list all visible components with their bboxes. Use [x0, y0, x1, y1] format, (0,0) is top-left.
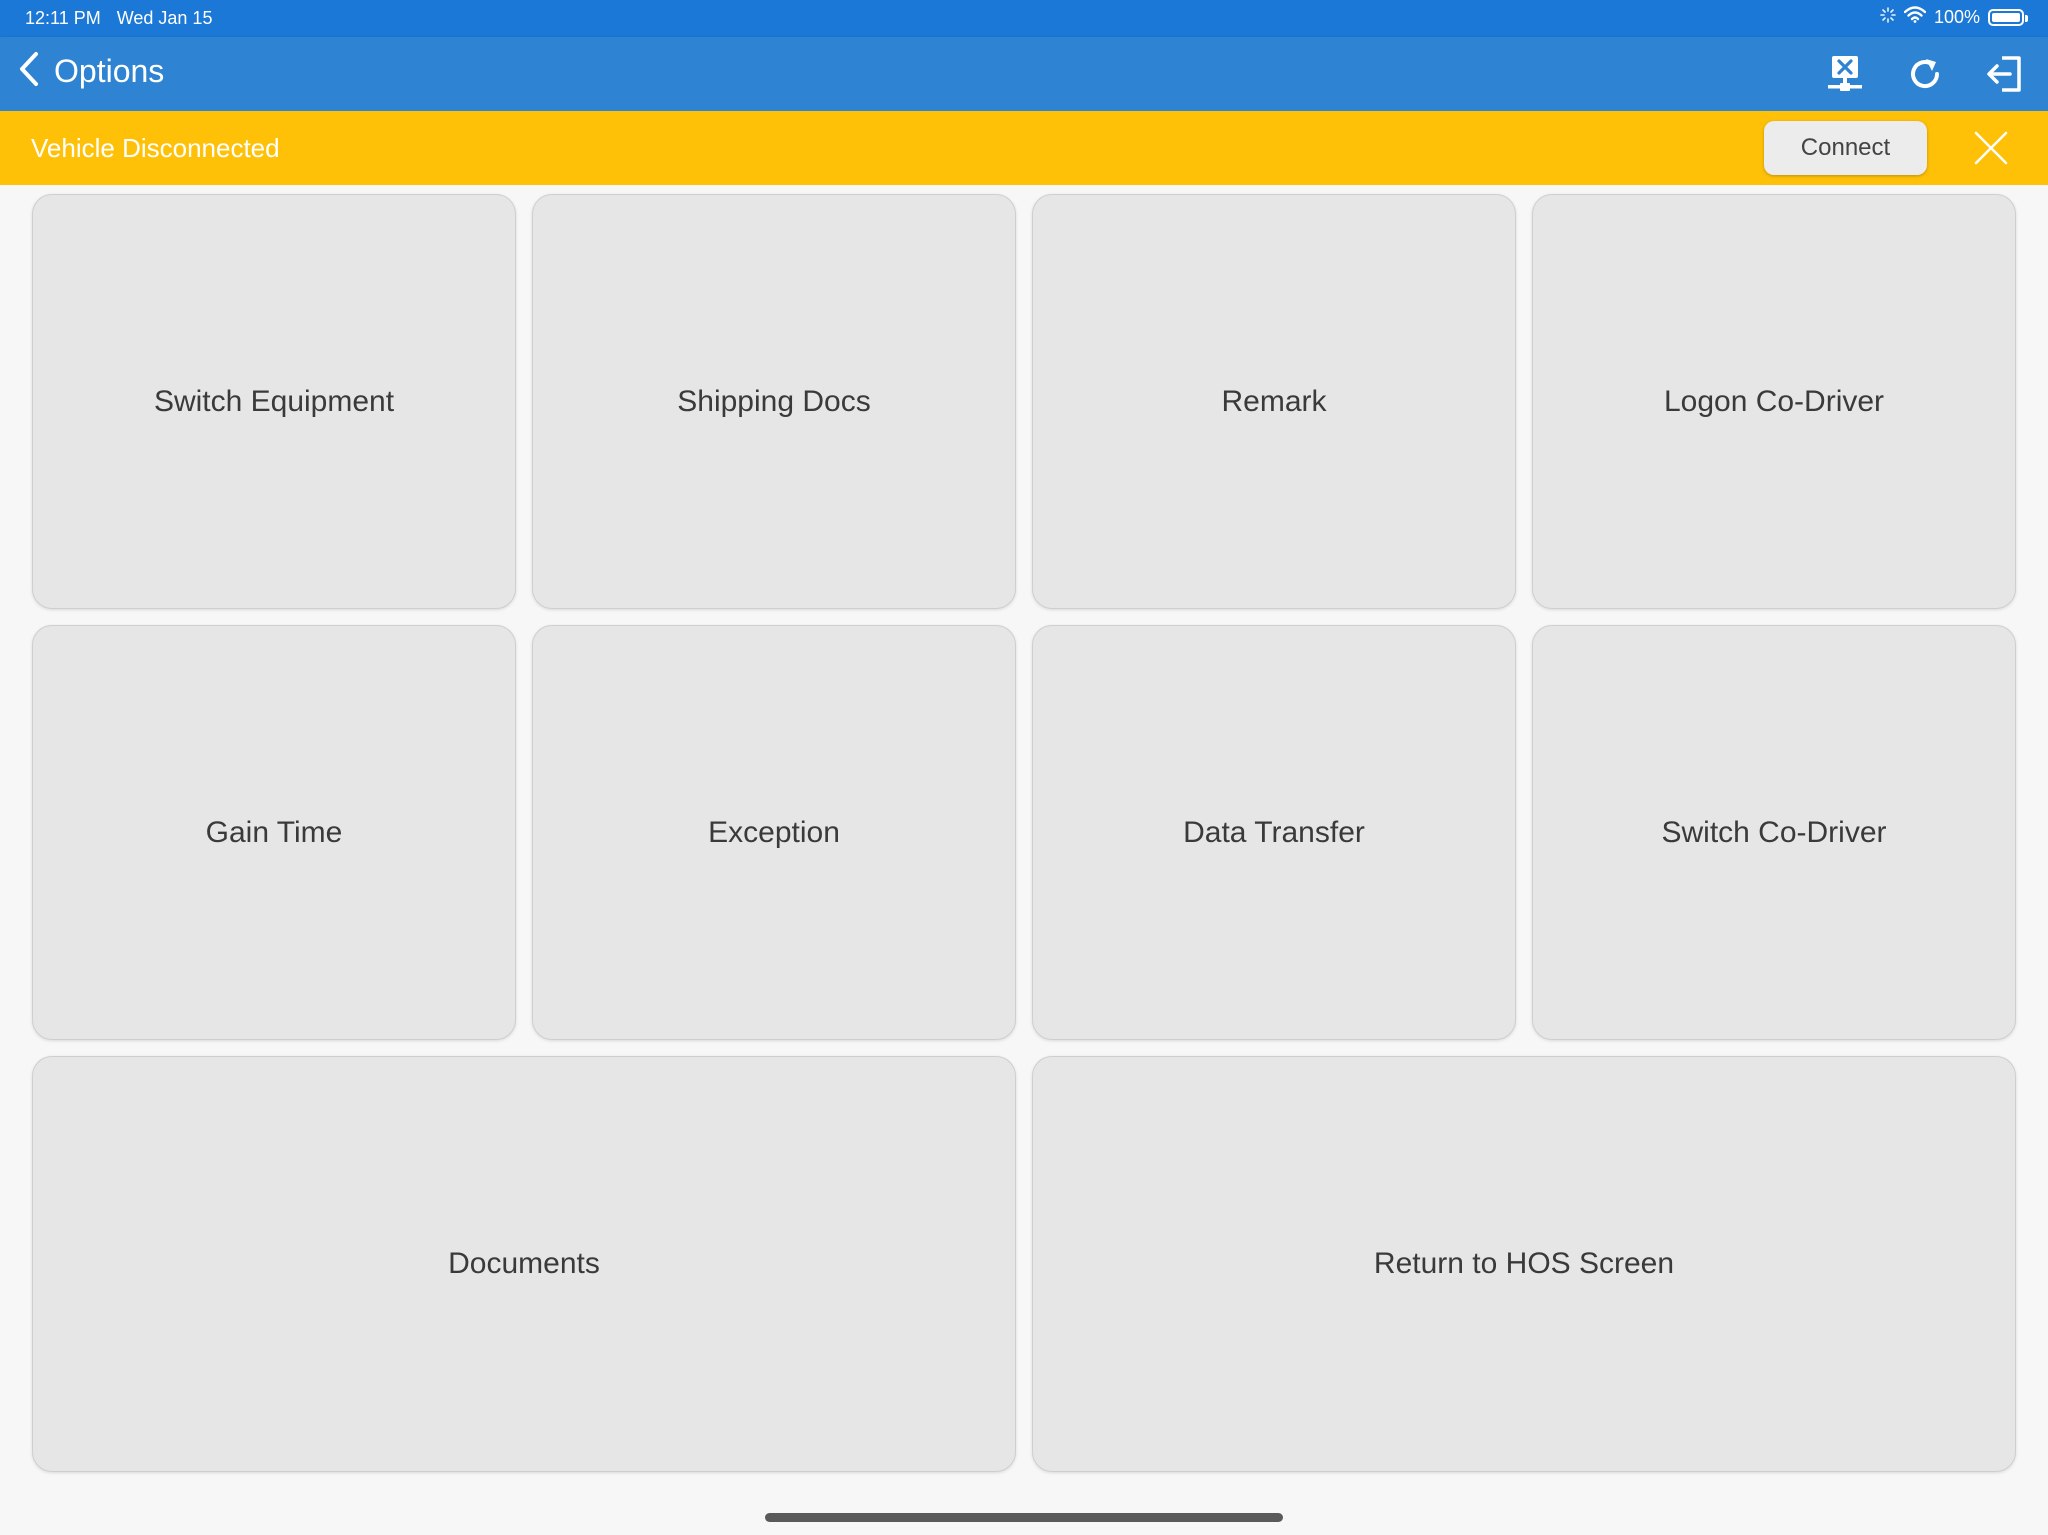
connect-button[interactable]: Connect	[1764, 121, 1927, 175]
network-disconnected-icon[interactable]	[1824, 53, 1866, 95]
documents-button[interactable]: Documents	[32, 1056, 1016, 1472]
activity-spinner-icon	[1880, 6, 1896, 28]
data-transfer-button[interactable]: Data Transfer	[1032, 625, 1516, 1040]
wifi-icon	[1903, 6, 1927, 28]
switch-equipment-button[interactable]: Switch Equipment	[32, 194, 516, 609]
tile-label: Switch Co-Driver	[1661, 815, 1887, 849]
logout-icon[interactable]	[1984, 53, 2026, 95]
gain-time-button[interactable]: Gain Time	[32, 625, 516, 1040]
exception-button[interactable]: Exception	[532, 625, 1016, 1040]
tile-label: Return to HOS Screen	[1373, 1247, 1675, 1280]
back-button[interactable]: Options	[18, 51, 164, 92]
chevron-left-icon	[18, 51, 40, 92]
vehicle-status-banner: Vehicle Disconnected Connect	[0, 111, 2048, 185]
tile-label: Exception	[708, 815, 840, 849]
battery-percent: 100%	[1933, 6, 1980, 27]
tile-label: Gain Time	[205, 815, 343, 849]
return-to-hos-screen-button[interactable]: Return to HOS Screen	[1032, 1056, 2016, 1472]
remark-button[interactable]: Remark	[1032, 194, 1516, 609]
status-bar: 12:11 PM Wed Jan 15 100%	[0, 0, 2048, 37]
tile-label: Logon Co-Driver	[1663, 384, 1885, 418]
close-icon[interactable]	[1973, 130, 2009, 166]
tile-label: Remark	[1221, 384, 1327, 418]
page-title: Options	[54, 53, 165, 89]
shipping-docs-button[interactable]: Shipping Docs	[532, 194, 1016, 609]
status-time: 12:11 PM	[25, 8, 101, 28]
tile-label: Documents	[448, 1247, 600, 1280]
banner-message: Vehicle Disconnected	[31, 133, 280, 163]
tile-label: Data Transfer	[1183, 815, 1365, 849]
home-indicator[interactable]	[765, 1513, 1283, 1522]
tile-label: Shipping Docs	[677, 384, 871, 418]
logon-co-driver-button[interactable]: Logon Co-Driver	[1532, 194, 2016, 609]
refresh-icon[interactable]	[1904, 53, 1946, 95]
status-date: Wed Jan 15	[116, 8, 213, 28]
navigation-bar: Options	[0, 37, 2048, 111]
tile-label: Switch Equipment	[153, 384, 395, 418]
switch-co-driver-button[interactable]: Switch Co-Driver	[1532, 625, 2016, 1040]
battery-icon	[1988, 8, 2028, 26]
